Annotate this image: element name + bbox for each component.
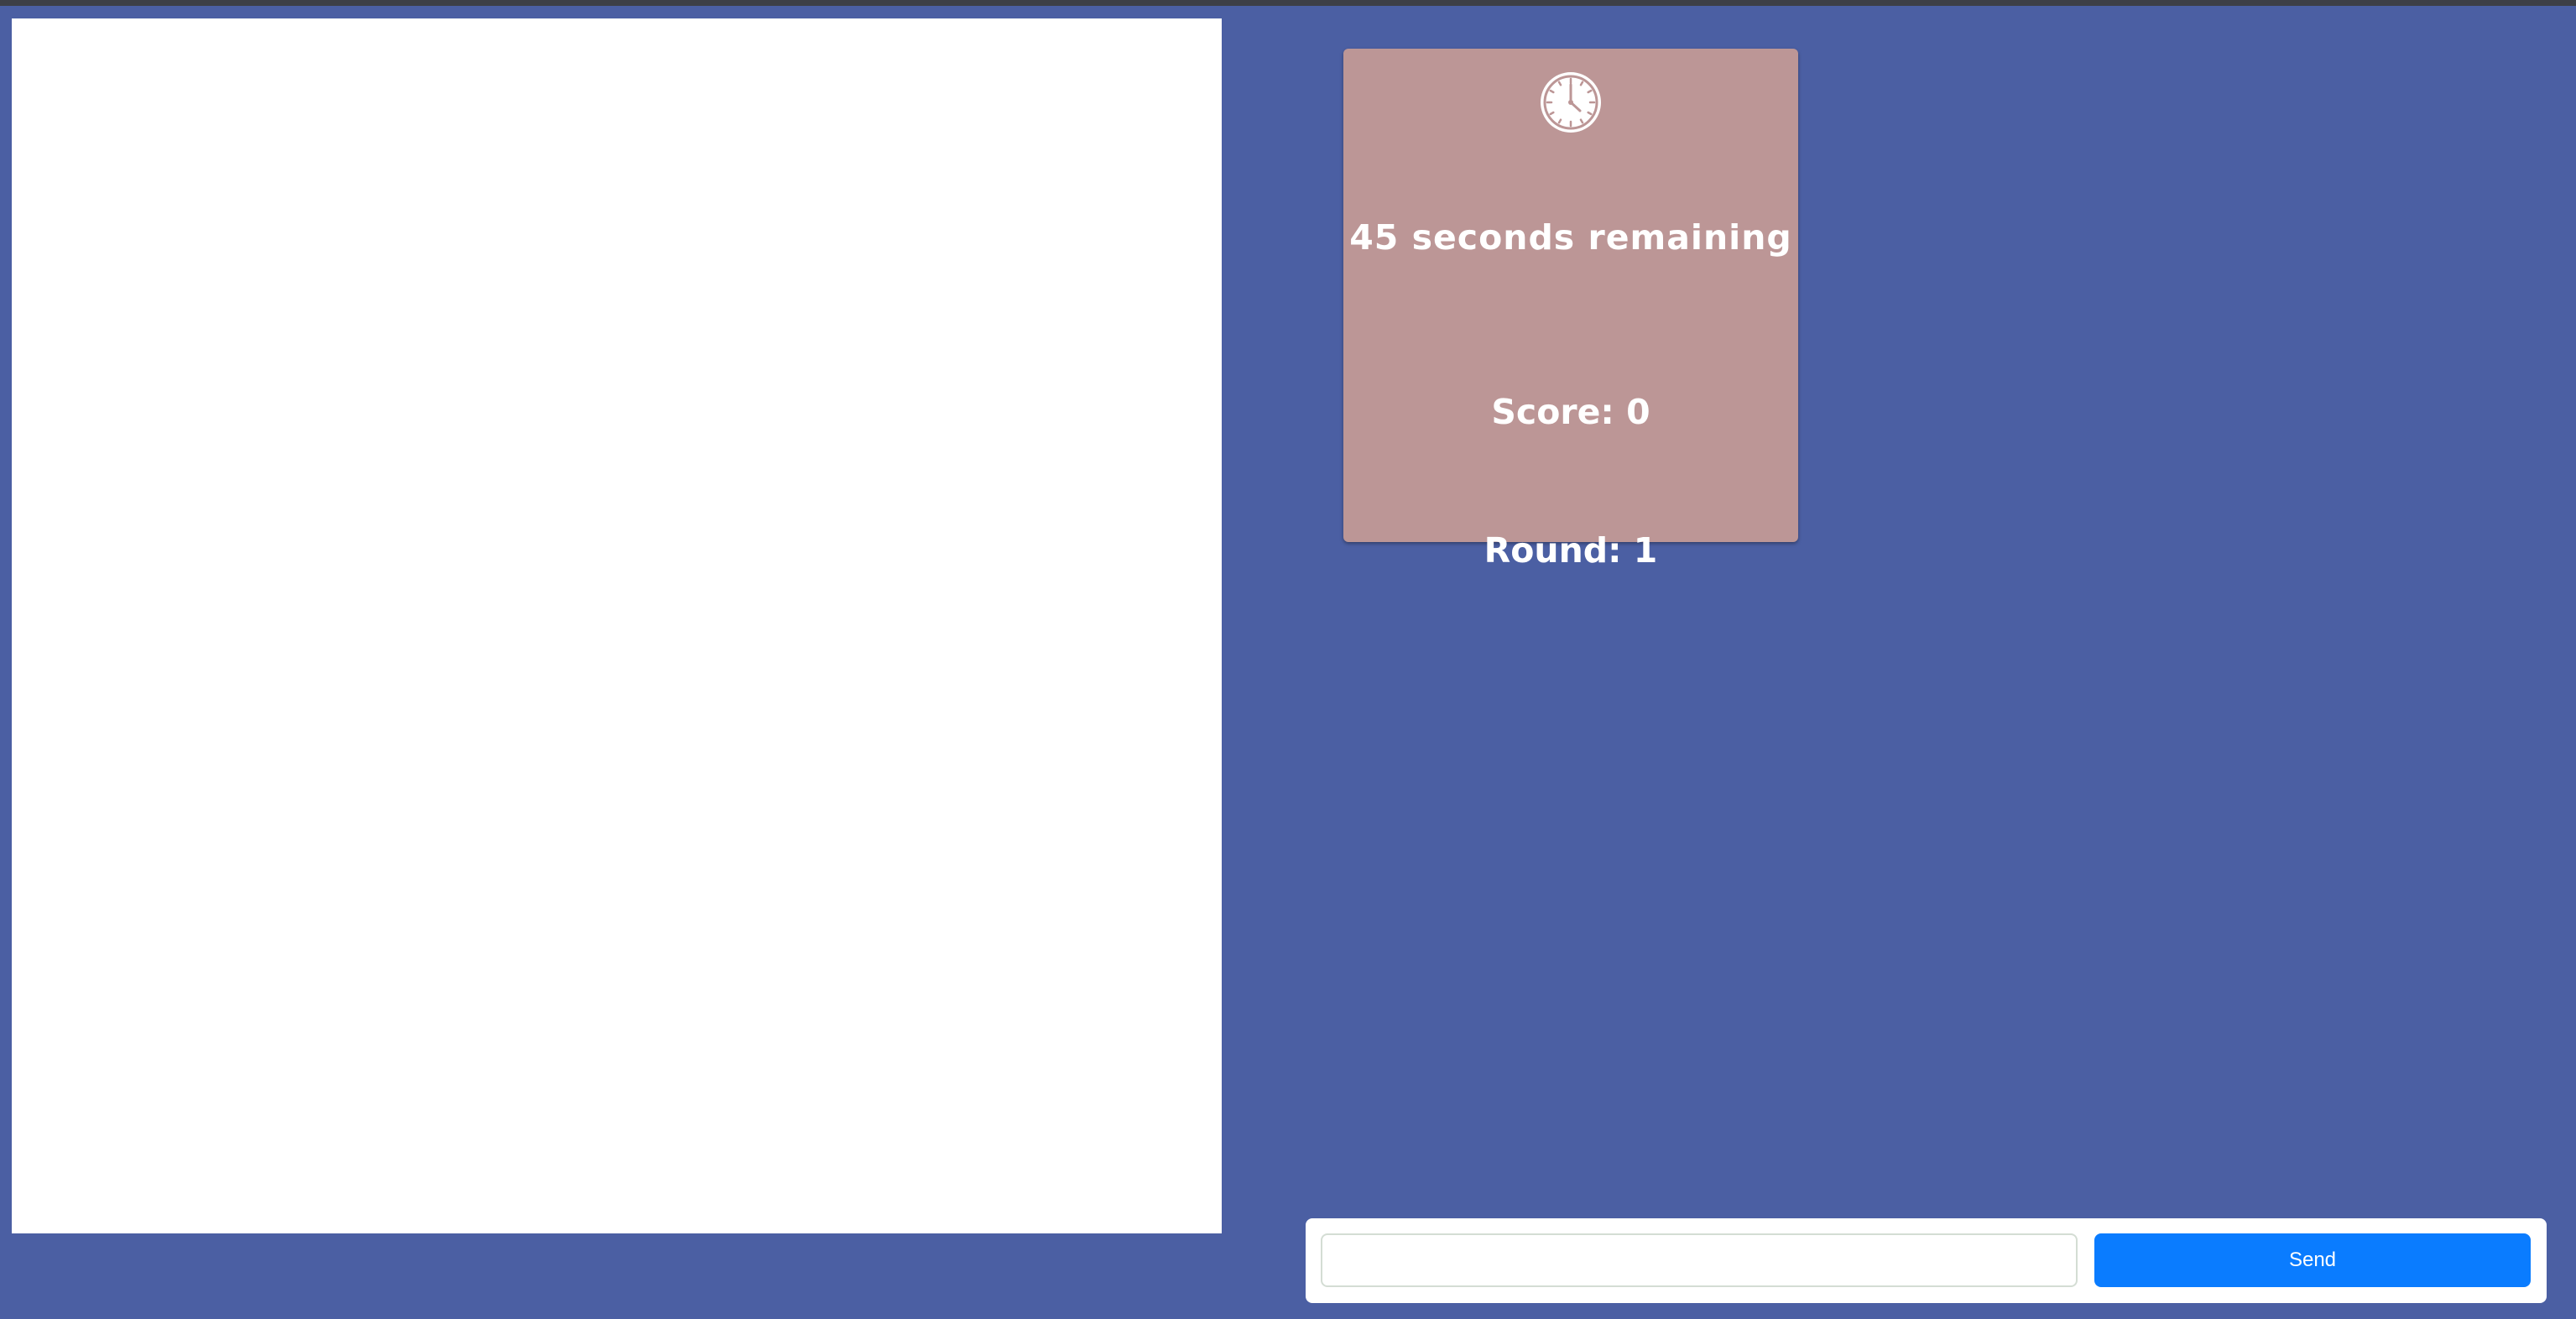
send-button[interactable]: Send bbox=[2094, 1233, 2531, 1287]
guess-input[interactable] bbox=[1321, 1233, 2078, 1287]
clock-icon bbox=[1541, 72, 1601, 133]
timer-text: 45 seconds remaining bbox=[1349, 217, 1792, 258]
game-status-panel: 45 seconds remaining Score: 0 Round: 1 bbox=[1343, 49, 1798, 571]
score-text: Score: 0 bbox=[1491, 392, 1650, 432]
chat-bar: Send bbox=[1306, 1218, 2547, 1303]
drawing-canvas[interactable] bbox=[12, 18, 1222, 1233]
top-bar bbox=[0, 0, 2576, 6]
round-text: Round: 1 bbox=[1484, 530, 1658, 571]
